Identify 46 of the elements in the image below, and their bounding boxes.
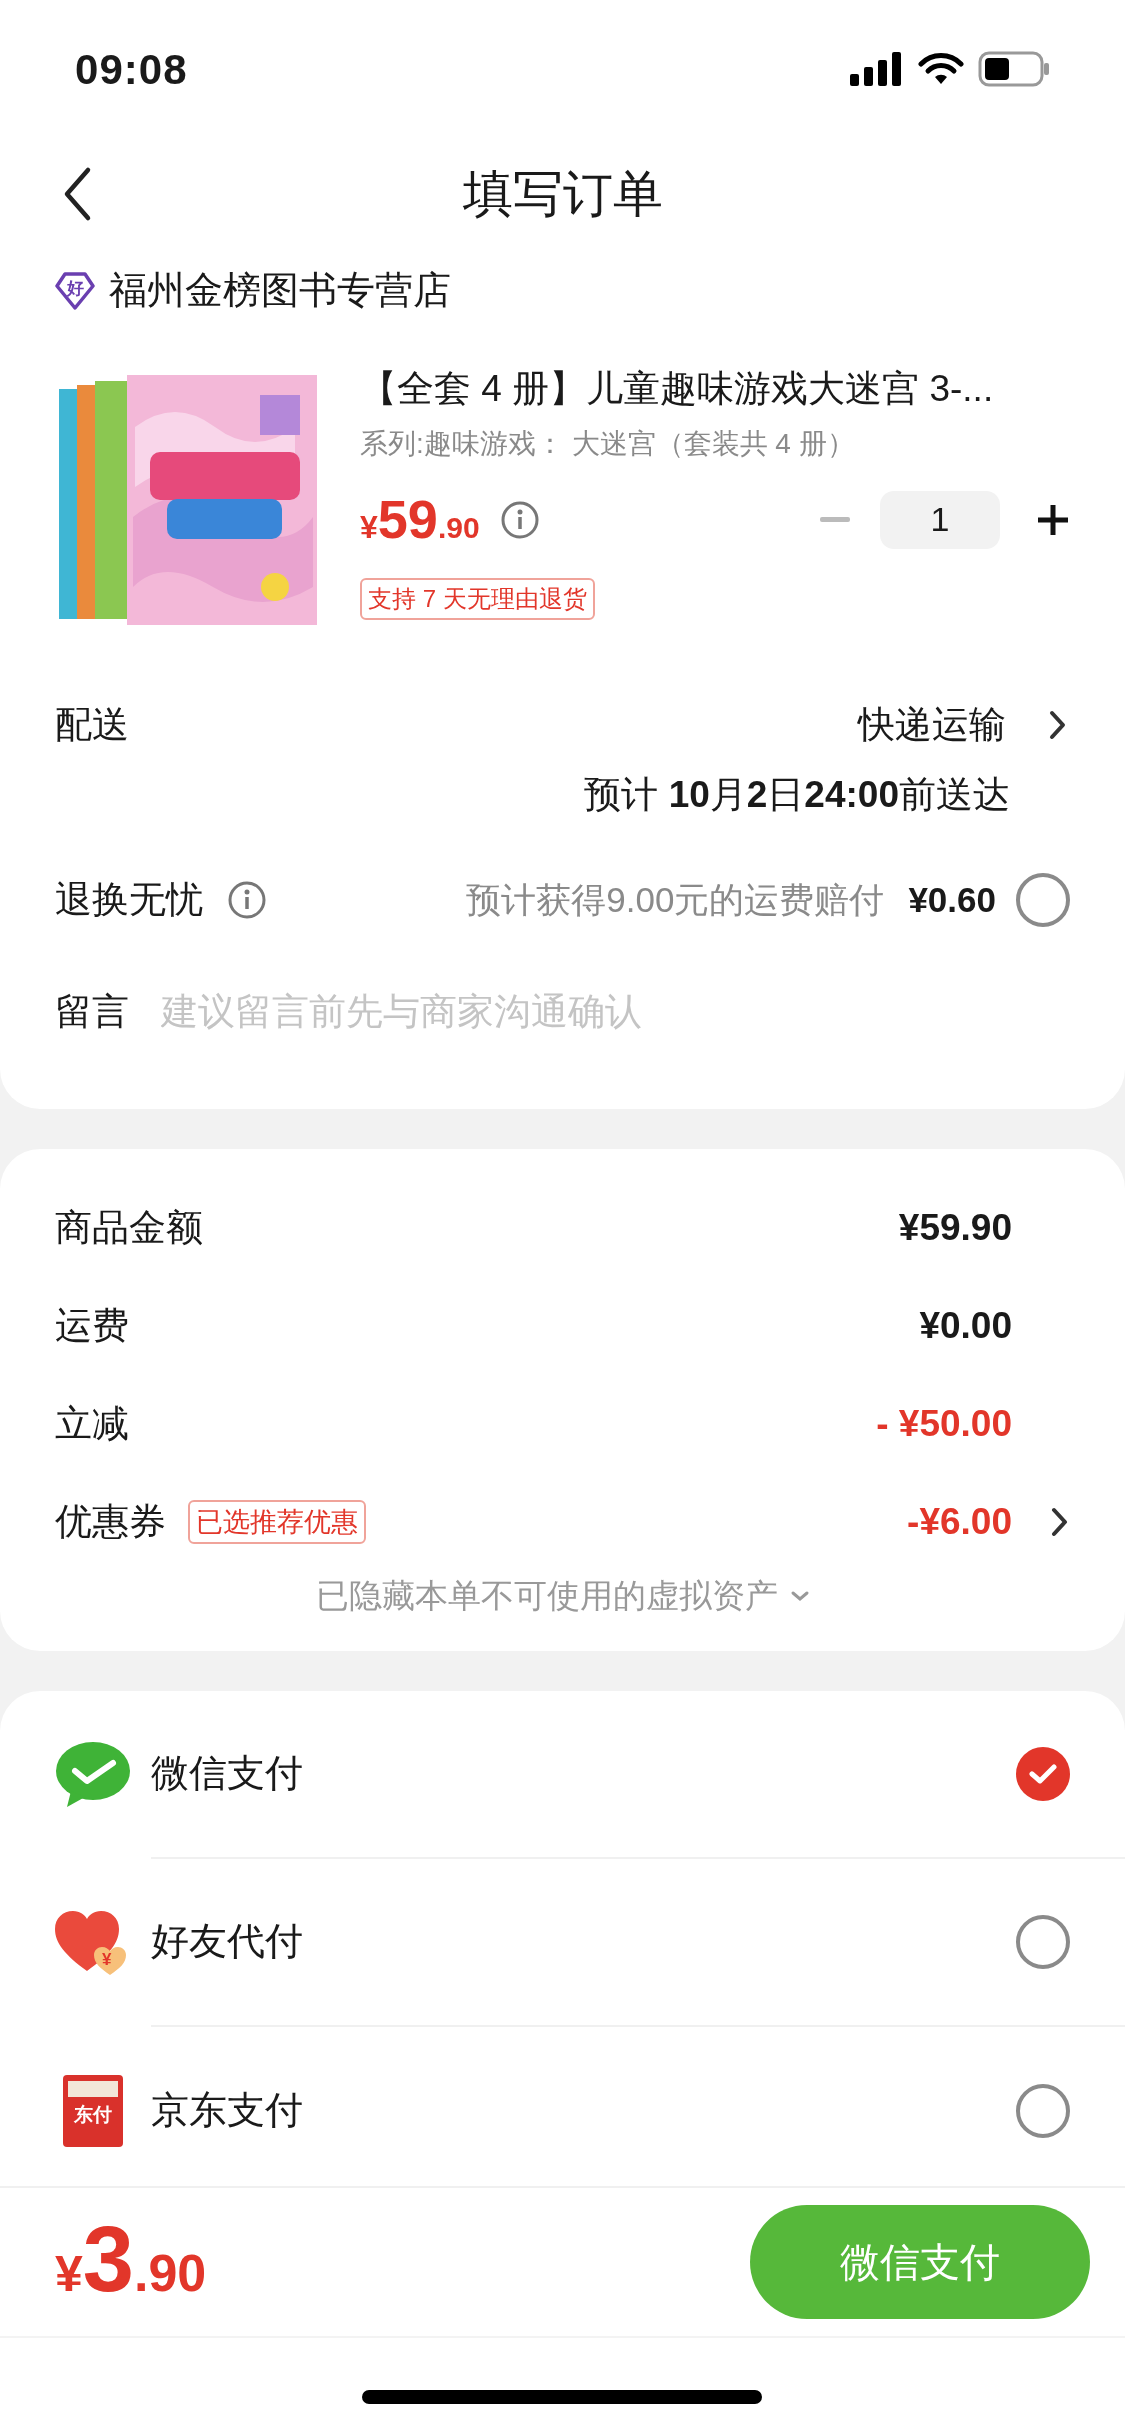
chevron-down-icon[interactable] [789, 1589, 810, 1602]
radio-button[interactable] [1016, 2083, 1070, 2138]
chevron-right-icon[interactable] [1050, 1506, 1070, 1538]
back-icon[interactable] [62, 166, 92, 222]
payment-option[interactable]: 京东支付 [151, 2082, 1016, 2139]
checked-radio[interactable] [1016, 1746, 1070, 1801]
store-badge-icon: 好 [55, 270, 95, 311]
radio-button[interactable] [1016, 872, 1070, 927]
delivery-eta: 预计 10月2日24:00前送达 [584, 772, 1010, 817]
page-title: 填写订单 [462, 164, 663, 224]
insurance-price: ¥0.60 [908, 878, 996, 921]
summary-label: 优惠券 [55, 1500, 166, 1545]
summary-label: 商品金额 [55, 1206, 203, 1251]
total-price: ¥3.90 [55, 2212, 207, 2312]
chat-bubble-check-icon [55, 1740, 131, 1809]
payment-option[interactable]: 好友代付 [151, 1913, 1016, 1970]
delivery-label: 配送 [55, 703, 129, 747]
compensation-note: 预计获得9.00元的运费赔付 [466, 878, 885, 921]
summary-value: ¥59.90 [898, 1206, 1012, 1251]
product-variant: 系列:趣味游戏： 大迷宫（套装共 4 册） [360, 427, 856, 461]
delivery-method[interactable]: 快递运输 [858, 697, 1006, 753]
summary-label: 立减 [55, 1402, 129, 1447]
summary-value: -¥6.00 [907, 1500, 1012, 1545]
battery-icon [978, 51, 1050, 87]
status-time: 09:08 [75, 44, 188, 95]
message-label: 留言 [55, 989, 129, 1034]
product-price: ¥59.90 [360, 488, 480, 551]
info-icon[interactable] [499, 499, 540, 540]
chevron-right-icon[interactable] [1048, 708, 1068, 741]
info-icon[interactable] [227, 879, 267, 920]
store-name[interactable]: 福州金榜图书专营店 [109, 262, 451, 319]
summary-value: - ¥50.00 [876, 1402, 1012, 1447]
quantity-field[interactable]: 1 [880, 490, 1000, 549]
return-policy-tag: 支持 7 天无理由退货 [360, 578, 595, 620]
summary-value: ¥0.00 [919, 1304, 1012, 1349]
return-insurance-label: 退换无忧 [55, 878, 203, 922]
plus-icon[interactable] [1036, 502, 1070, 537]
wifi-icon [918, 52, 964, 86]
signal-icon [850, 52, 904, 86]
coupon-tag: 已选推荐优惠 [188, 1499, 366, 1545]
checkmark-icon [1028, 1761, 1058, 1786]
radio-button[interactable] [1016, 1914, 1070, 1969]
payment-option[interactable]: 微信支付 [151, 1745, 1016, 1802]
summary-label: 运费 [55, 1304, 129, 1349]
payment-card-icon: 东付 [63, 2074, 123, 2147]
product-title[interactable]: 【全套 4 册】儿童趣味游戏大迷宫 3-... [360, 367, 1070, 411]
